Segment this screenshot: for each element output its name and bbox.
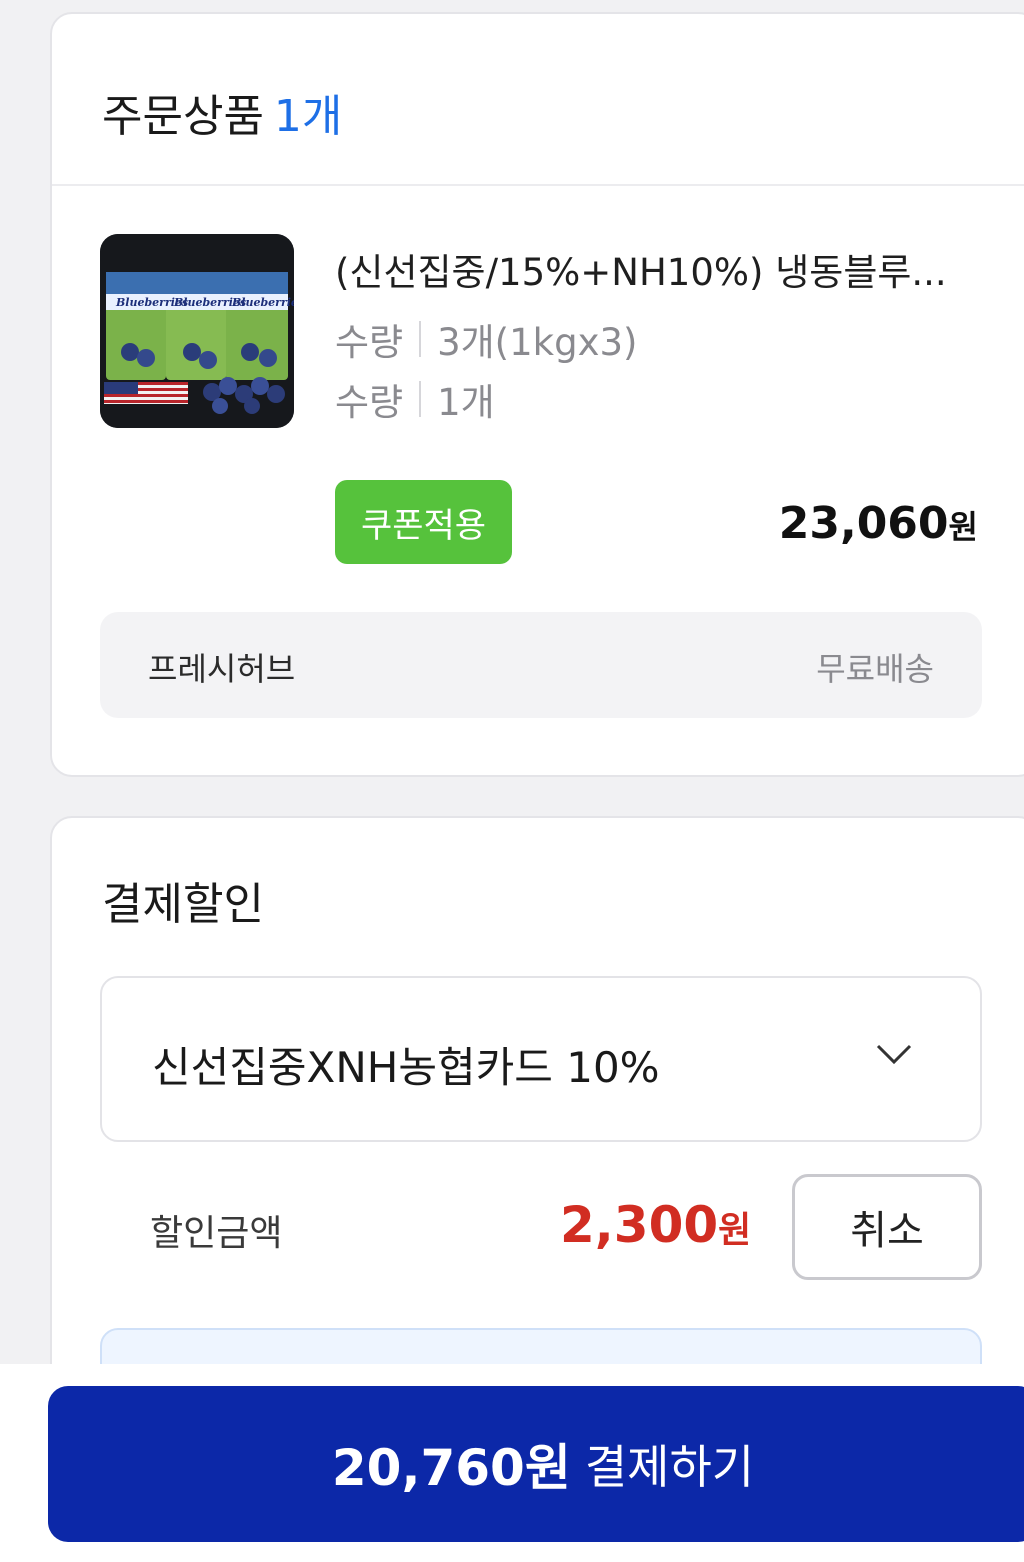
apply-coupon-button[interactable]: 쿠폰적용 bbox=[335, 480, 512, 564]
blueberry-package-image: Blueberries Blueberries Blueberries bbox=[100, 234, 294, 428]
divider bbox=[419, 381, 422, 417]
bottom-checkout-bar: 20,760원 결제하기 bbox=[0, 1364, 1024, 1562]
discount-amount: 2,300원 bbox=[560, 1196, 751, 1254]
option-value: 3개(1kgx3) bbox=[437, 321, 638, 364]
option-value: 1개 bbox=[437, 381, 495, 424]
product-price: 23,060원 bbox=[779, 498, 978, 549]
checkout-amount: 20,760원 bbox=[331, 1439, 571, 1497]
chevron-down-icon bbox=[876, 1044, 912, 1065]
order-item-count: 1개 bbox=[273, 91, 343, 142]
shipping-info: 무료배송 bbox=[816, 650, 934, 688]
payment-discount-card: 결제할인 신선집중XNH농협카드 10% 할인금액 2,300원 취소 bbox=[50, 816, 1024, 1456]
price-number: 23,060 bbox=[778, 498, 949, 549]
product-name[interactable]: (신선집중/15%+NH10%) 냉동블루... bbox=[335, 242, 975, 296]
product-thumbnail[interactable]: Blueberries Blueberries Blueberries bbox=[100, 234, 294, 428]
order-products-card: 주문상품 1개 Blueberries Blueberries Blueberri… bbox=[50, 12, 1024, 777]
order-title-text: 주문상품 bbox=[102, 91, 264, 142]
product-option-row: 수량 3개(1kgx3) bbox=[335, 312, 637, 366]
divider bbox=[419, 321, 422, 357]
discount-amount-number: 2,300 bbox=[560, 1196, 719, 1254]
cancel-discount-button[interactable]: 취소 bbox=[792, 1174, 982, 1280]
price-unit: 원 bbox=[948, 508, 978, 546]
product-quantity-row: 수량 1개 bbox=[335, 372, 495, 426]
svg-text:Blueberries: Blueberries bbox=[231, 296, 294, 309]
checkout-label: 결제하기 bbox=[584, 1440, 755, 1494]
discount-amount-unit: 원 bbox=[718, 1210, 752, 1251]
checkout-button[interactable]: 20,760원 결제하기 bbox=[48, 1386, 1024, 1542]
option-label: 수량 bbox=[335, 381, 404, 424]
divider bbox=[52, 184, 1024, 186]
option-label: 수량 bbox=[335, 321, 404, 364]
selected-card-discount: 신선집중XNH농협카드 10% bbox=[152, 1043, 660, 1092]
seller-shipping-box: 프레시허브 무료배송 bbox=[100, 612, 982, 718]
discount-section-title: 결제할인 bbox=[102, 879, 264, 930]
discount-amount-label: 할인금액 bbox=[150, 1213, 283, 1254]
card-discount-select[interactable]: 신선집중XNH농협카드 10% bbox=[100, 976, 982, 1142]
seller-name: 프레시허브 bbox=[148, 650, 296, 688]
order-section-title: 주문상품 1개 bbox=[102, 80, 342, 144]
